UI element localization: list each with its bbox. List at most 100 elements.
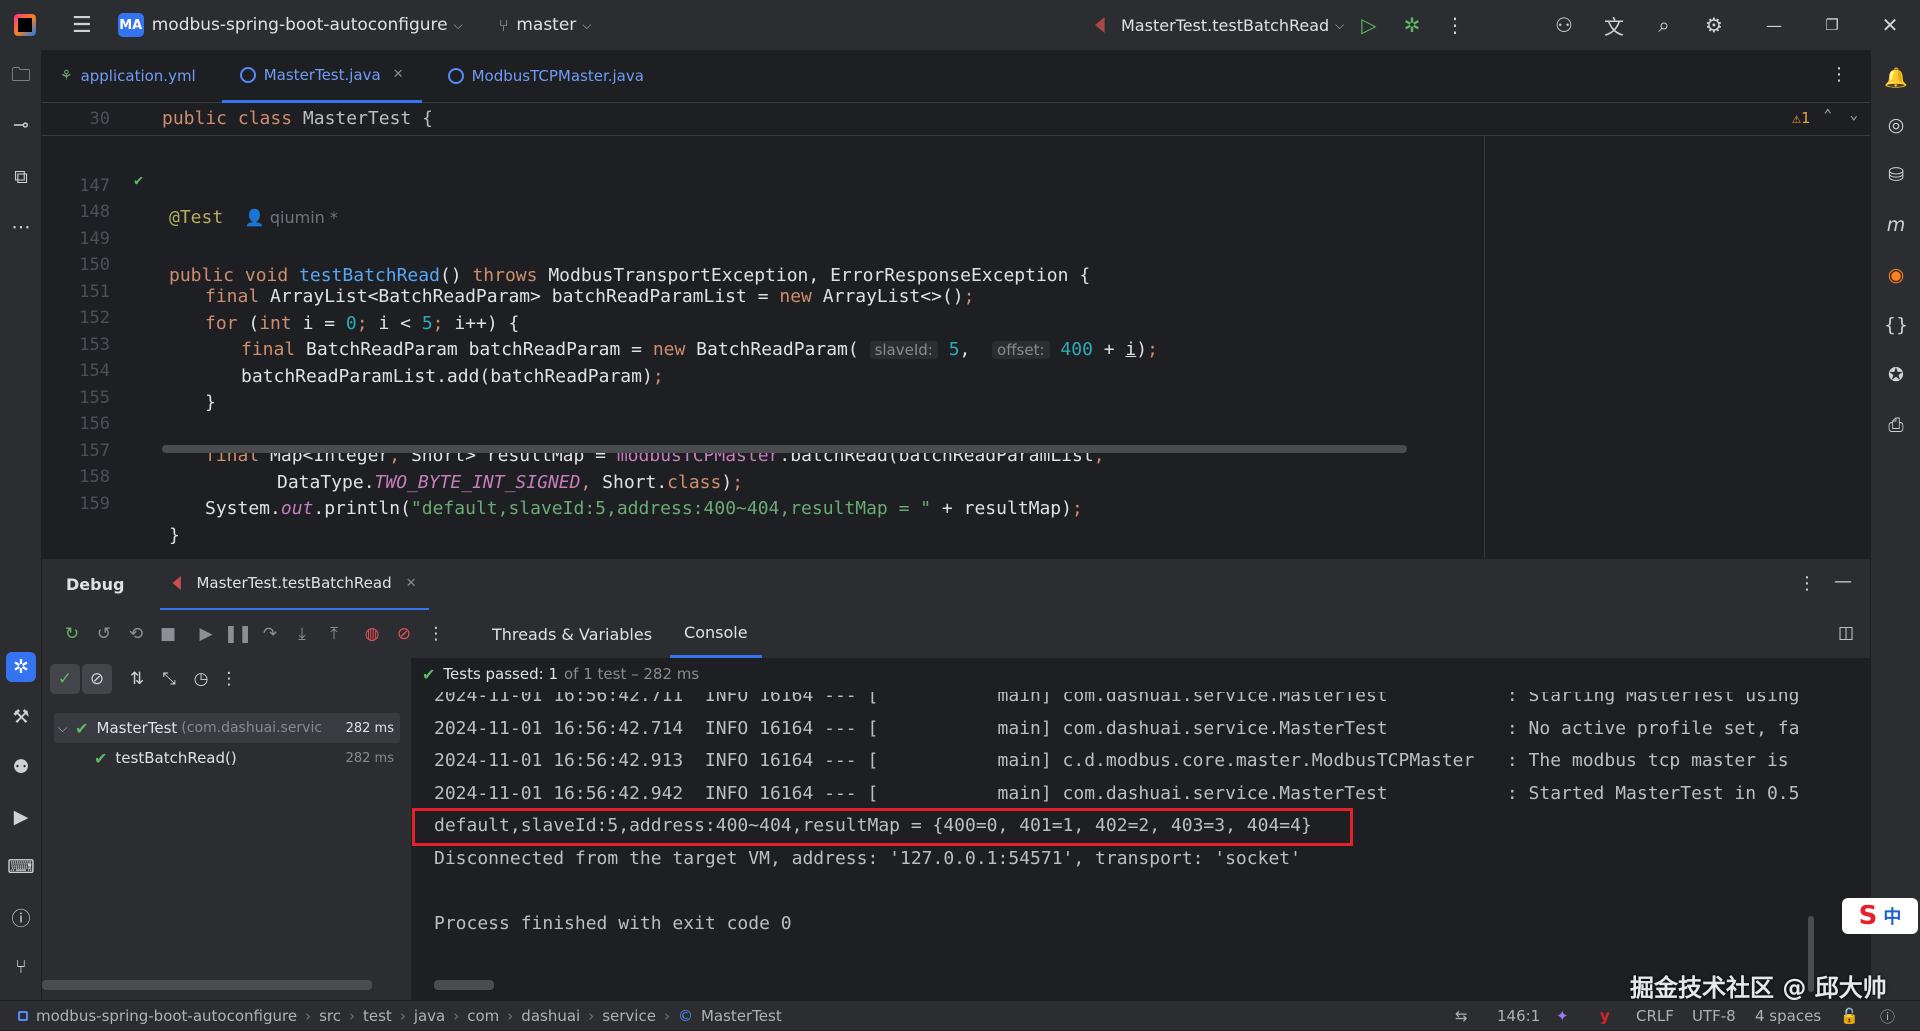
notifications-icon[interactable]: 🔔 <box>1881 62 1911 92</box>
pause-icon[interactable]: ❚❚ <box>224 620 253 648</box>
vcs-sync-icon[interactable]: ⇆ <box>1455 1001 1468 1031</box>
history-icon[interactable]: ◷ <box>186 664 216 694</box>
hide-panel-icon[interactable]: — <box>1834 571 1852 592</box>
plugin-y-icon[interactable]: y <box>1600 1001 1610 1031</box>
code-line: 159 } <box>42 456 1442 546</box>
toggle-auto-test-icon[interactable]: ⟲ <box>122 620 150 648</box>
settings-icon[interactable]: ⚙ <box>1700 11 1728 39</box>
right-margin-guide <box>1484 136 1485 558</box>
horizontal-scrollbar[interactable] <box>162 445 1407 453</box>
tab-threads-variables[interactable]: Threads & Variables <box>478 610 666 658</box>
breadcrumb-item[interactable]: MasterTest <box>701 1007 782 1025</box>
project-name[interactable]: modbus-spring-boot-autoconfigure <box>152 15 448 35</box>
tab-mastertest-java[interactable]: MasterTest.java ✕ <box>221 50 422 103</box>
debug-session-tab[interactable]: MasterTest.testBatchRead ✕ <box>160 559 429 611</box>
branch-name[interactable]: master <box>516 15 576 35</box>
test-tree-root[interactable]: ⌵ ✔ MasterTest (com.dashuai.servic 282 m… <box>54 713 400 743</box>
build-icon[interactable]: ⚒ <box>6 702 36 732</box>
run-tool-icon[interactable]: ▶ <box>6 802 36 832</box>
warning-indicator[interactable]: ⚠1 <box>1792 109 1810 127</box>
resume-icon[interactable]: ▶ <box>192 620 220 648</box>
breadcrumb-item[interactable]: com <box>467 1007 499 1025</box>
more-tools-icon[interactable]: ⋯ <box>6 212 36 242</box>
commit-icon[interactable]: ⊸ <box>6 110 36 140</box>
code-editor[interactable]: 30 public class MasterTest { ⚠1 ⌃ ⌄ 147 … <box>42 103 1870 558</box>
translate-icon[interactable]: 文 <box>1600 11 1628 39</box>
bookmarks-icon[interactable]: ⎙ <box>1881 410 1911 440</box>
breadcrumb-item[interactable]: dashuai <box>521 1007 580 1025</box>
tab-options-icon[interactable]: ⋮ <box>1830 64 1848 85</box>
breadcrumb-item[interactable]: src <box>319 1007 341 1025</box>
more-icon[interactable]: ⋮ <box>214 664 244 694</box>
close-tab-icon[interactable]: ✕ <box>393 67 404 82</box>
step-over-icon[interactable]: ↷ <box>256 620 284 648</box>
chevron-down-icon[interactable]: ⌵ <box>58 721 67 736</box>
git-branch-icon[interactable]: ⑂ <box>499 16 509 35</box>
mute-breakpoints-icon[interactable]: ⊘ <box>390 620 418 648</box>
database-icon[interactable]: ⛁ <box>1881 160 1911 190</box>
step-out-icon[interactable]: ⤒ <box>320 620 348 648</box>
test-tree-child[interactable]: ✔ testBatchRead() 282 ms <box>94 743 454 773</box>
rerun-icon[interactable]: ↻ <box>58 620 86 648</box>
step-into-icon[interactable]: ⤓ <box>288 620 316 648</box>
breadcrumb-item[interactable]: test <box>363 1007 392 1025</box>
close-icon[interactable]: ✕ <box>1876 11 1904 39</box>
more-icon[interactable]: ⋮ <box>422 620 450 648</box>
chevron-down-icon[interactable]: ⌵ <box>454 18 463 33</box>
plugin-icon[interactable]: ◉ <box>1881 260 1911 290</box>
run-configuration[interactable]: MasterTest.testBatchRead ⌵ <box>1095 0 1344 50</box>
rerun-failed-icon[interactable]: ↺ <box>90 620 118 648</box>
layout-settings-icon[interactable]: ◫ <box>1838 623 1854 643</box>
chevron-down-icon[interactable]: ⌵ <box>582 18 591 33</box>
chevron-up-icon[interactable]: ⌃ <box>1824 107 1832 123</box>
sort-icon[interactable]: ⇅ <box>122 664 152 694</box>
debug-icon[interactable]: ✲ <box>1398 11 1426 39</box>
collapse-icon[interactable]: ⤡ <box>154 664 184 694</box>
structure-icon[interactable]: ⧉ <box>6 162 36 192</box>
debug-tool-icon[interactable]: ✲ <box>6 652 36 682</box>
line-separator[interactable]: CRLF <box>1636 1001 1674 1031</box>
stop-icon[interactable]: ■ <box>154 620 182 648</box>
project-badge[interactable]: MA <box>117 13 144 37</box>
maven-icon[interactable]: m <box>1881 210 1911 240</box>
breadcrumb-item[interactable]: modbus-spring-boot-autoconfigure <box>36 1007 297 1025</box>
lock-icon[interactable]: 🔓 <box>1840 1001 1859 1031</box>
indent-setting[interactable]: 4 spaces <box>1755 1001 1821 1031</box>
add-user-icon[interactable]: ⚇ <box>1550 11 1578 39</box>
close-tab-icon[interactable]: ✕ <box>406 576 417 591</box>
ai-assistant-icon[interactable]: ◎ <box>1881 110 1911 140</box>
plugin-star-icon[interactable]: ✦ <box>1556 1001 1569 1031</box>
minimize-icon[interactable]: — <box>1760 11 1788 39</box>
services-icon[interactable]: ⚉ <box>6 752 36 782</box>
horizontal-scrollbar[interactable] <box>42 980 372 990</box>
main-menu-icon[interactable]: ☰ <box>72 13 92 38</box>
options-icon[interactable]: ⋮ <box>1798 573 1816 594</box>
search-icon[interactable]: ⌕ <box>1650 11 1678 39</box>
show-ignored-icon[interactable]: ⊘ <box>82 664 112 694</box>
caret-position[interactable]: 146:1 <box>1497 1001 1540 1031</box>
show-passed-icon[interactable]: ✓ <box>50 664 80 694</box>
problems-status-icon[interactable]: ⓘ <box>1880 1001 1895 1031</box>
json-icon[interactable]: {} <box>1881 310 1911 340</box>
tab-application-yml[interactable]: ⚘ application.yml <box>42 50 214 103</box>
file-encoding[interactable]: UTF-8 <box>1692 1001 1736 1031</box>
left-tool-strip: 🗀 ⊸ ⧉ ⋯ ✲ ⚒ ⚉ ▶ ⌨ ⓘ ⑂ <box>0 50 42 1010</box>
tab-console[interactable]: Console <box>670 610 762 658</box>
restore-icon[interactable]: ❐ <box>1818 11 1846 39</box>
view-breakpoints-icon[interactable]: ◍ <box>358 620 386 648</box>
gradle-icon[interactable]: ✪ <box>1881 360 1911 390</box>
breadcrumb-item[interactable]: java <box>414 1007 445 1025</box>
tab-modbustcpmaster-java[interactable]: ModbusTCPMaster.java <box>430 50 662 103</box>
git-icon[interactable]: ⑂ <box>6 952 36 982</box>
terminal-icon[interactable]: ⌨ <box>6 852 36 882</box>
more-actions-icon[interactable]: ⋮ <box>1441 11 1469 39</box>
chevron-down-icon[interactable]: ⌄ <box>1850 107 1858 123</box>
run-icon[interactable]: ▷ <box>1355 11 1383 39</box>
intellij-logo-icon[interactable] <box>14 14 36 36</box>
test-class-package: (com.dashuai.servic <box>181 720 323 736</box>
breadcrumb-item[interactable]: service <box>602 1007 656 1025</box>
project-icon[interactable]: 🗀 <box>6 62 36 92</box>
ime-indicator[interactable]: S 中 <box>1842 898 1918 934</box>
horizontal-scrollbar[interactable] <box>434 980 494 990</box>
problems-icon[interactable]: ⓘ <box>6 902 36 932</box>
